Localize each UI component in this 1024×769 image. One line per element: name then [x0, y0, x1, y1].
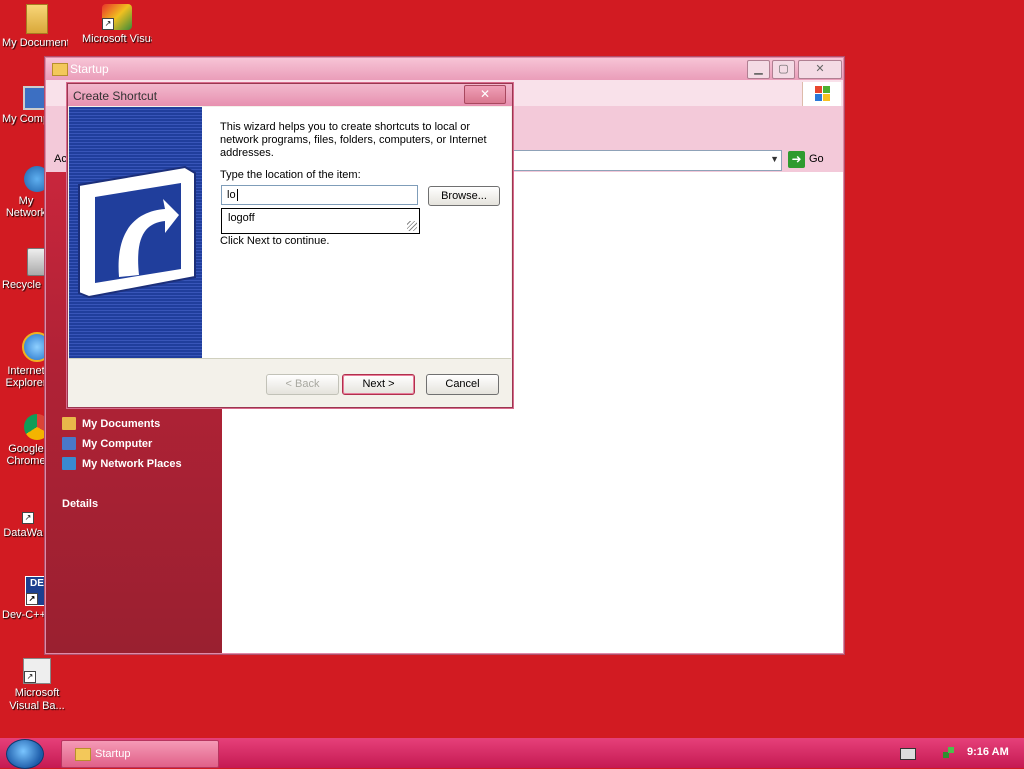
- other-places-list: My Documents My Computer My Network Plac…: [60, 414, 182, 474]
- dialog-title-bar[interactable]: Create Shortcut ✕: [68, 84, 512, 106]
- desktop-icon-label: My Network Places: [5, 195, 47, 219]
- address-label: Ac: [54, 153, 67, 165]
- cancel-button[interactable]: Cancel: [426, 374, 499, 395]
- recycle-bin-icon: [27, 248, 47, 276]
- keyboard-icon[interactable]: [900, 748, 916, 760]
- desktop-icon-visual-basic[interactable]: ↗ Microsoft Visual Basic: [82, 4, 152, 46]
- go-arrow-icon: ➜: [788, 151, 805, 168]
- visual-basic-icon: ↗: [102, 4, 132, 30]
- continue-hint: Click Next to continue.: [220, 235, 330, 247]
- folder-icon: [75, 747, 91, 761]
- visual-basic-icon: ↗: [23, 658, 51, 684]
- explorer-title: Startup: [70, 62, 109, 76]
- address-input[interactable]: ▼: [508, 150, 782, 171]
- shortcut-arrow-icon: ↗: [102, 18, 114, 30]
- desktop-icon-label: Microsoft Visual Ba...: [9, 687, 65, 712]
- other-place-my-network-places[interactable]: My Network Places: [60, 454, 182, 474]
- network-glyph-icon: [943, 747, 954, 758]
- minimize-button[interactable]: ▁: [747, 60, 770, 79]
- desktop-icon-label: Google Chrome: [6, 443, 46, 467]
- other-place-my-documents[interactable]: My Documents: [60, 414, 182, 434]
- taskbar-item-startup[interactable]: Startup: [61, 740, 219, 768]
- dialog-title: Create Shortcut: [73, 89, 158, 103]
- computer-icon: [62, 437, 76, 450]
- dialog-body: This wizard helps you to create shortcut…: [69, 107, 511, 358]
- windows-logo-icon: [802, 82, 841, 106]
- browse-button[interactable]: Browse...: [428, 186, 500, 206]
- text-caret: [236, 189, 238, 202]
- desktop-icon-label: DataWa: [3, 527, 43, 539]
- chevron-down-icon[interactable]: ▼: [770, 154, 779, 164]
- desktop-icon-label: Microsoft Visual Basic: [82, 33, 152, 45]
- other-place-label: My Documents: [82, 418, 161, 430]
- create-shortcut-dialog: Create Shortcut ✕ This wizard helps you …: [67, 83, 513, 408]
- location-value: lo: [227, 189, 236, 201]
- desktop-icon-visual-basic-2[interactable]: ↗ Microsoft Visual Ba...: [2, 658, 72, 713]
- network-icon: [62, 457, 76, 470]
- shortcut-wizard-icon: [78, 165, 196, 299]
- close-button[interactable]: ✕: [798, 60, 842, 79]
- other-place-my-computer[interactable]: My Computer: [60, 434, 182, 454]
- wizard-banner: [69, 107, 202, 358]
- resize-grip-icon[interactable]: [407, 221, 417, 231]
- desktop-icon-label: Dev-C++: [2, 609, 46, 621]
- taskbar-item-label: Startup: [95, 748, 131, 760]
- folder-icon: [62, 417, 76, 430]
- wizard-intro-text: This wizard helps you to create shortcut…: [220, 121, 487, 159]
- autocomplete-dropdown: logoff: [221, 208, 420, 234]
- folder-icon: [52, 63, 68, 76]
- dialog-close-button[interactable]: ✕: [464, 85, 506, 104]
- location-label: Type the location of the item:: [220, 169, 361, 181]
- clock[interactable]: 9:16 AM: [967, 746, 1009, 758]
- other-place-label: My Network Places: [82, 458, 182, 470]
- desktop-icon-my-documents[interactable]: My Documents: [2, 4, 72, 50]
- folder-icon: [26, 4, 48, 34]
- dialog-separator: [69, 358, 511, 359]
- go-label: Go: [809, 153, 824, 165]
- desktop-icon-label: My Documents: [2, 37, 68, 49]
- shortcut-arrow-icon: ↗: [24, 671, 36, 683]
- network-status-icon[interactable]: [942, 746, 956, 760]
- other-place-label: My Computer: [82, 438, 153, 450]
- explorer-title-bar[interactable]: Startup ▁ ▢ ✕: [46, 58, 843, 80]
- go-button[interactable]: ➜ Go: [788, 150, 824, 169]
- details-header[interactable]: Details: [62, 498, 98, 510]
- maximize-button[interactable]: ▢: [772, 60, 795, 79]
- desktop-icon-label: Internet Explorer: [5, 365, 47, 389]
- location-input[interactable]: lo: [221, 185, 418, 205]
- system-tray: 9:16 AM: [880, 738, 1024, 768]
- desktop-icon-label: Recycle Bin: [2, 279, 50, 291]
- taskbar: Startup 9:16 AM: [0, 738, 1024, 769]
- shortcut-arrow-icon: ↗: [22, 512, 34, 524]
- start-button[interactable]: [6, 739, 44, 769]
- desktop-icon-label: My Computer: [2, 113, 50, 125]
- shortcut-arrow-icon: ↗: [26, 593, 38, 605]
- autocomplete-item[interactable]: logoff: [228, 212, 255, 224]
- back-button[interactable]: < Back: [266, 374, 339, 395]
- next-button[interactable]: Next >: [342, 374, 415, 395]
